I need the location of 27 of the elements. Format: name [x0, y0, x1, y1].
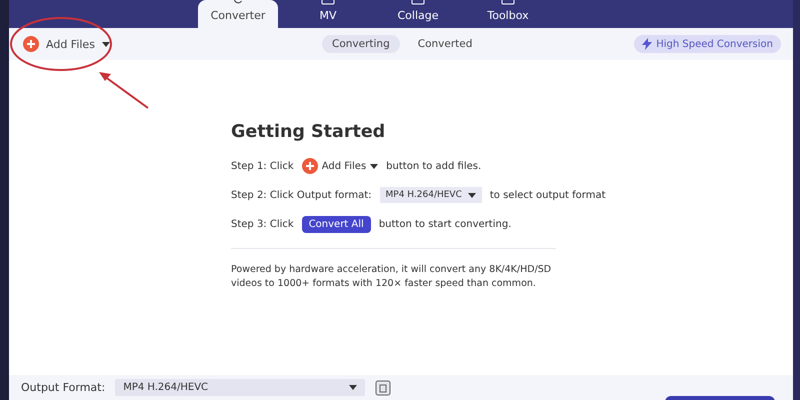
caret-icon	[349, 385, 358, 390]
step-text: Step 3: Click	[231, 218, 294, 230]
tab[interactable]: Converter	[198, 0, 278, 28]
caret-icon	[102, 42, 110, 46]
step-text: button to start converting.	[378, 218, 512, 230]
sub-tab[interactable]: Converting	[322, 35, 400, 53]
caret-icon	[370, 164, 378, 168]
tab[interactable]: Collage	[378, 0, 458, 28]
output-format-dropdown[interactable]: MP4 H.264/HEVC	[115, 379, 366, 396]
high-speed-conversion-button[interactable]: High Speed Conversion	[634, 35, 781, 53]
guide-title: Getting Started	[231, 122, 386, 142]
step-text: to select output format	[490, 190, 606, 200]
sub-tab[interactable]: Converted	[408, 35, 482, 53]
caret-icon	[468, 192, 476, 198]
step-text: Step 2: Click Output format:	[231, 190, 372, 200]
add-icon	[23, 36, 39, 52]
guide-note: Powered by hardware acceleration, it will convert any 8K/4K/HD/SD videos to 1000+ formats with 120× faster speed than common.	[231, 263, 552, 291]
tab[interactable]: MV	[288, 0, 368, 28]
annotation-arrow	[99, 72, 149, 109]
lightning-icon	[642, 38, 652, 50]
output-format-label: Output Format:	[21, 381, 106, 394]
step-text: button to add files.	[386, 160, 482, 172]
add-icon	[302, 158, 318, 174]
add-files-label: Add Files	[322, 160, 366, 172]
step-text: Step 1: Click	[231, 160, 294, 172]
tab[interactable]: Toolbox	[468, 0, 548, 28]
add-files-button[interactable]: Add Files	[21, 34, 112, 54]
